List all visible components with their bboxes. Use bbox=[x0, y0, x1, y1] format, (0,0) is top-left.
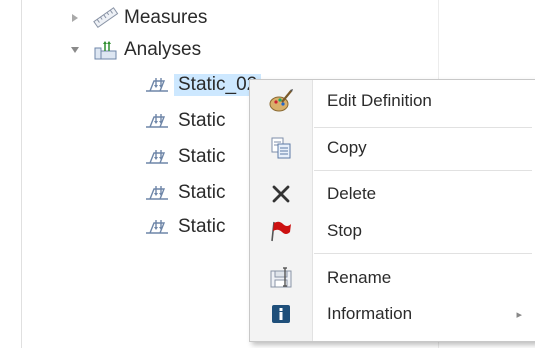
menu-item-label: Edit Definition bbox=[327, 91, 432, 110]
menu-item-delete[interactable]: Delete bbox=[250, 176, 535, 212]
tree-item-label: Static bbox=[178, 110, 226, 131]
menu-item-edit-definition[interactable]: Edit Definition bbox=[250, 83, 535, 119]
menu-item-information[interactable]: Information ▸ bbox=[250, 296, 535, 332]
tree-item-label: Static bbox=[178, 146, 226, 167]
menu-item-stop[interactable]: Stop bbox=[250, 213, 535, 249]
rename-icon bbox=[250, 266, 312, 290]
tree-left-border bbox=[21, 0, 22, 348]
static-analysis-icon bbox=[144, 183, 170, 203]
analyses-folder-icon bbox=[92, 39, 120, 61]
ruler-icon bbox=[92, 7, 120, 29]
menu-item-label: Copy bbox=[327, 138, 367, 157]
menu-item-label: Information bbox=[327, 304, 413, 323]
menu-item-rename[interactable]: Rename bbox=[250, 260, 535, 296]
tree-item-label: Static bbox=[178, 182, 226, 203]
expand-arrow-icon[interactable] bbox=[70, 13, 80, 23]
copy-icon bbox=[250, 136, 312, 160]
tree-item-analyses[interactable]: Analyses bbox=[70, 37, 201, 63]
edit-definition-icon bbox=[250, 88, 312, 114]
menu-item-label: Rename bbox=[327, 268, 392, 287]
tree-item-static[interactable]: Static bbox=[144, 180, 226, 206]
tree-item-static[interactable]: Static bbox=[144, 144, 226, 170]
tree-item-static[interactable]: Static bbox=[144, 214, 226, 240]
tree-item-label: Static bbox=[178, 216, 226, 237]
static-analysis-icon bbox=[144, 111, 170, 131]
menu-separator bbox=[314, 170, 532, 171]
menu-item-copy[interactable]: Copy bbox=[250, 130, 535, 166]
stop-flag-icon bbox=[250, 219, 312, 243]
menu-item-label: Delete bbox=[327, 184, 377, 203]
collapse-arrow-icon[interactable] bbox=[70, 45, 80, 55]
tree-item-measures[interactable]: Measures bbox=[70, 5, 207, 31]
static-analysis-icon bbox=[144, 217, 170, 237]
menu-separator bbox=[314, 127, 532, 128]
tree-item-label: Analyses bbox=[124, 39, 202, 60]
menu-separator bbox=[314, 253, 532, 254]
menu-item-label: Stop bbox=[327, 221, 362, 240]
static-analysis-icon bbox=[144, 147, 170, 167]
tree-item-static[interactable]: Static bbox=[144, 108, 226, 134]
submenu-arrow-icon: ▸ bbox=[516, 308, 522, 321]
delete-x-icon bbox=[250, 183, 312, 205]
tree-item-label: Measures bbox=[124, 7, 208, 28]
tree-item-static-selected[interactable]: Static_02 bbox=[144, 72, 262, 98]
information-icon bbox=[250, 303, 312, 325]
static-analysis-icon bbox=[144, 75, 170, 95]
context-menu: Edit Definition Copy Delete Stop Rename … bbox=[249, 79, 535, 342]
